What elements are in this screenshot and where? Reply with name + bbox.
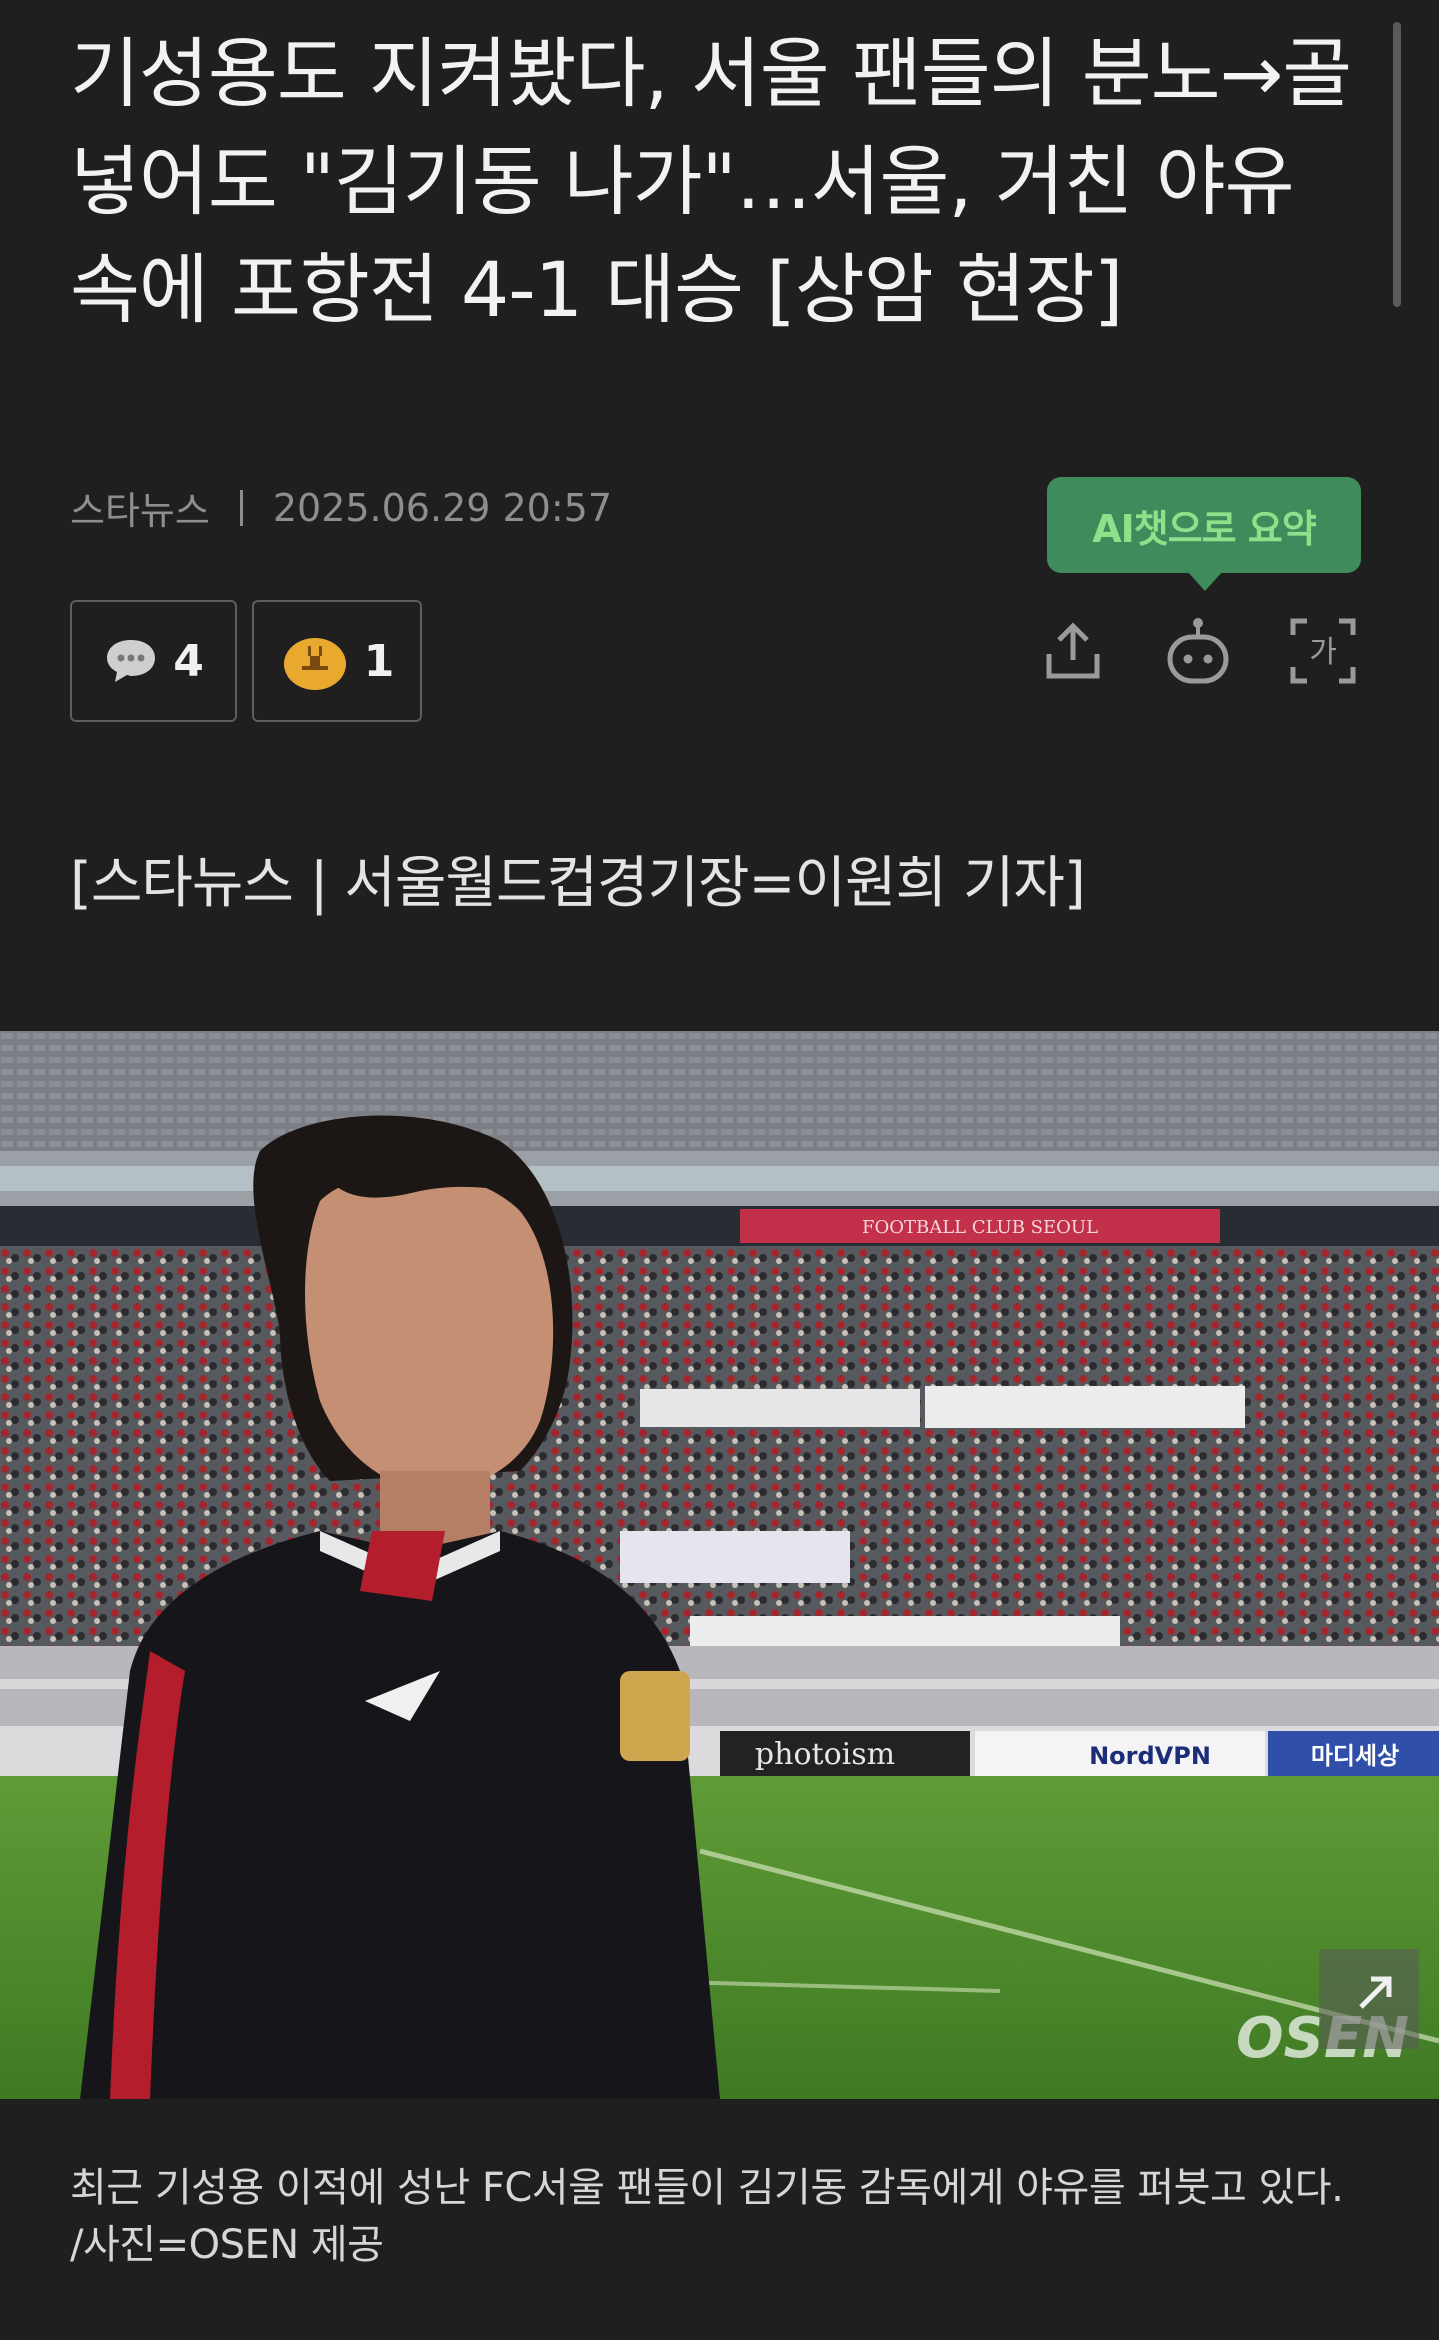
comment-bubble-icon [107,640,156,682]
reaction-button[interactable]: 1 [252,600,422,722]
caption-line-2: /사진=OSEN 제공 [70,2222,384,2268]
article-meta: 스타뉴스 2025.06.29 20:57 [70,480,612,535]
article-source[interactable]: 스타뉴스 [70,480,210,535]
ai-bot-icon [1167,618,1229,684]
ai-bot-button[interactable] [1163,616,1233,686]
caption-line-1: 최근 기성용 이적에 성난 FC서울 팬들이 김기동 감독에게 야유를 퍼붓고 … [70,2165,1344,2211]
meta-divider [239,489,243,526]
share-button[interactable] [1038,616,1108,686]
comments-button[interactable]: 4 [70,600,237,722]
stadium-photo-illustration: FOOTBALL CLUB SEOUL photoism NordVPN 마디세… [0,1031,1439,2099]
share-icon [1046,622,1100,679]
reactions-count: 1 [363,635,395,687]
reaction-face-icon [283,638,346,690]
article-photo[interactable]: FOOTBALL CLUB SEOUL photoism NordVPN 마디세… [0,1031,1439,2099]
ai-summary-tooltip[interactable]: AI챗으로 요약 [1047,477,1361,591]
svg-text:마디세상: 마디세상 [1311,1742,1399,1770]
ai-summary-label: AI챗으로 요약 [1092,506,1317,551]
font-size-icon: 가 [1290,618,1356,684]
expand-photo-button[interactable] [1319,1949,1419,2049]
svg-text:NordVPN: NordVPN [1089,1742,1211,1770]
expand-icon [1359,1976,1392,2009]
article-byline: [스타뉴스 | 서울월드컵경기장=이원희 기자] [70,851,1086,916]
article-headline: 기성용도 지켜봤다, 서울 팬들의 분노→골 넣어도 "김기동 나가"…서울, … [70,29,1352,334]
article-datetime: 2025.06.29 20:57 [272,485,613,530]
svg-text:FOOTBALL CLUB SEOUL: FOOTBALL CLUB SEOUL [862,1217,1098,1238]
page-scrollbar[interactable] [1393,22,1401,307]
photo-caption: 최근 기성용 이적에 성난 FC서울 팬들이 김기동 감독에게 야유를 퍼붓고 … [70,2160,1390,2274]
font-size-button[interactable]: 가 [1288,616,1358,686]
comments-count: 4 [173,635,204,687]
svg-text:photoism: photoism [755,1737,895,1772]
svg-text:가: 가 [1309,635,1337,670]
